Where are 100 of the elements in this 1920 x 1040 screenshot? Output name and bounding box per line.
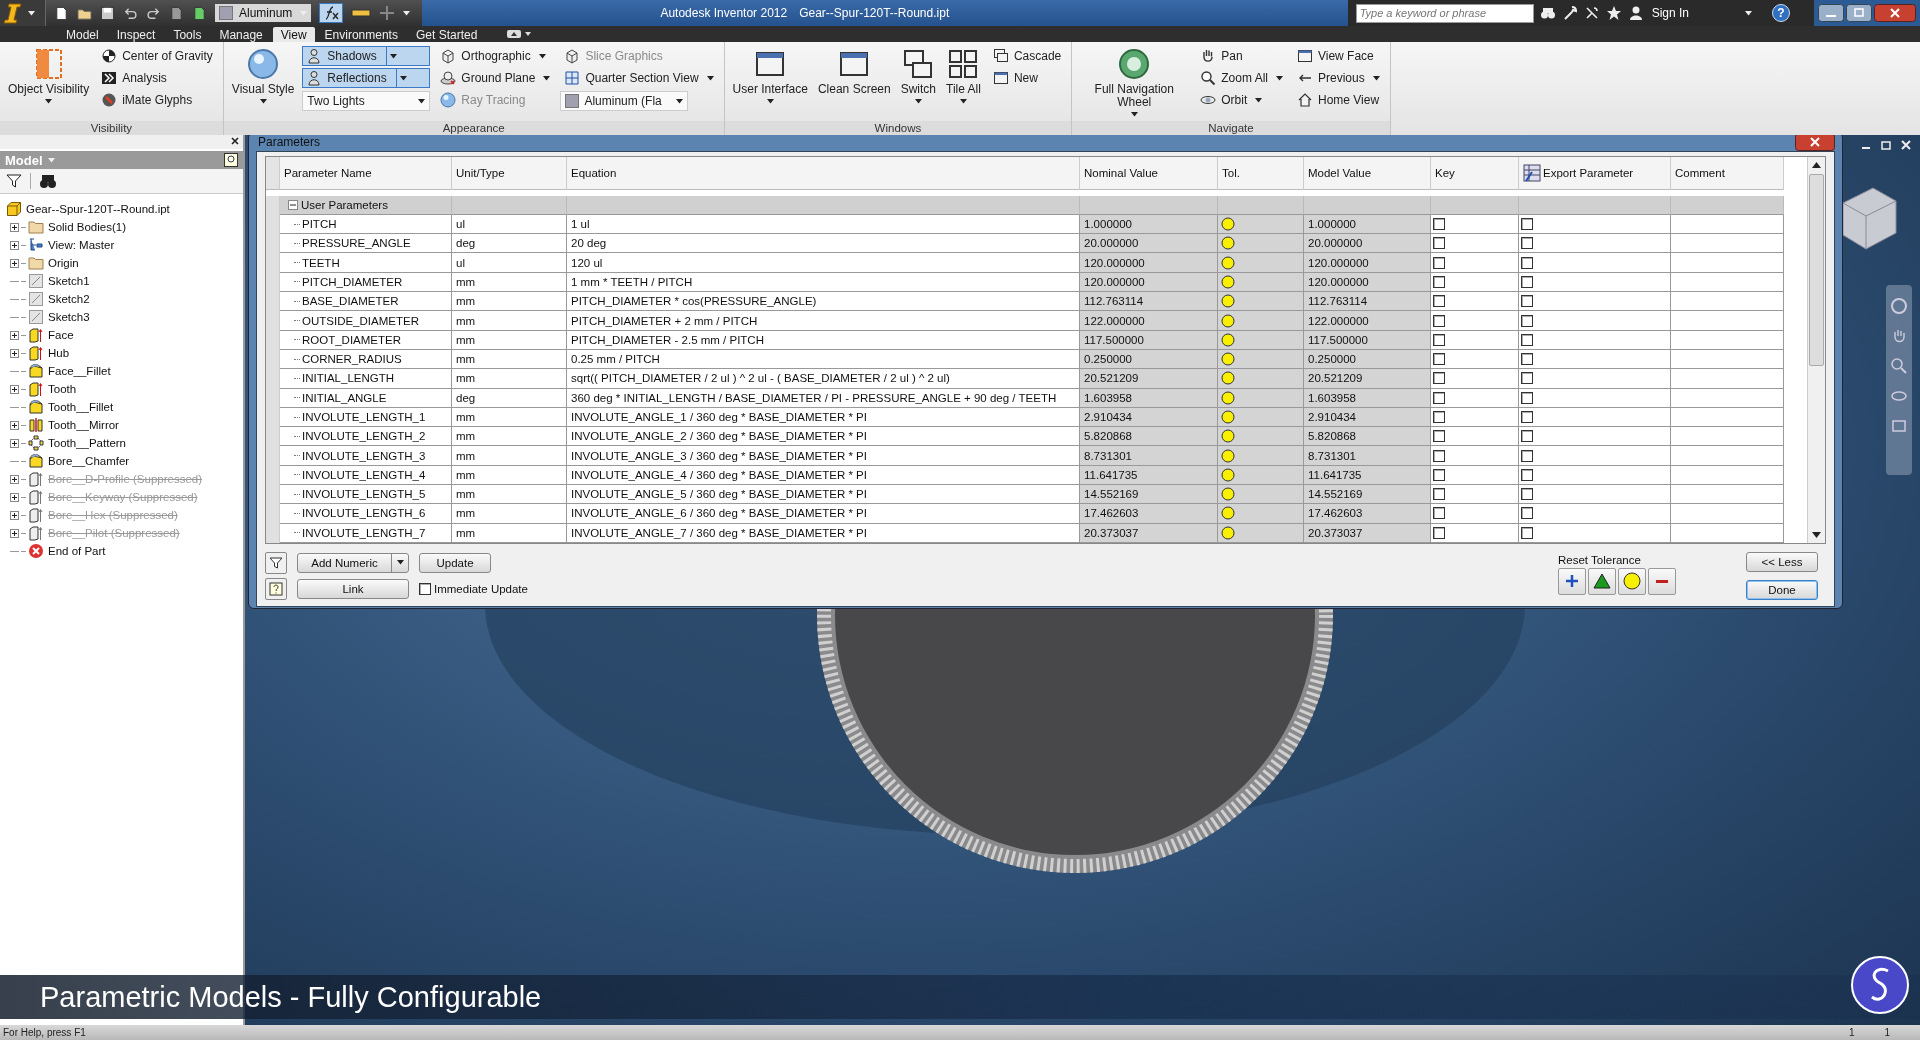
star-icon[interactable] <box>1605 5 1622 21</box>
column-header[interactable]: Unit/Type <box>452 157 567 190</box>
table-cell[interactable] <box>1671 369 1784 389</box>
tolerance-circle-icon[interactable] <box>1221 255 1235 270</box>
satellite-icon[interactable] <box>1583 5 1600 21</box>
checkbox[interactable] <box>1521 430 1533 443</box>
immediate-update-checkbox[interactable]: Immediate Update <box>419 582 528 595</box>
tree-item[interactable]: Sketch1 <box>48 275 90 287</box>
table-cell[interactable]: INVOLUTE_ANGLE_3 / 360 deg * BASE_DIAMETER * PI <box>567 446 1080 466</box>
table-cell[interactable]: INVOLUTE_LENGTH_6 <box>280 504 452 524</box>
table-cell[interactable] <box>1671 504 1784 524</box>
ribbon-button[interactable]: Visual Style <box>229 46 297 106</box>
table-cell[interactable]: 360 deg * INITIAL_LENGTH / BASE_DIAMETER / PI - PRESSURE_ANGLE + 90 deg / TEETH <box>567 388 1080 408</box>
table-cell[interactable]: PITCH <box>280 214 452 235</box>
column-header[interactable]: Parameter Name <box>280 157 452 190</box>
close-icon[interactable] <box>231 137 239 145</box>
restore-icon[interactable] <box>1880 139 1892 151</box>
checkbox[interactable] <box>1433 237 1445 250</box>
table-cell[interactable]: mm <box>452 427 567 447</box>
link-button[interactable]: Link <box>297 578 409 599</box>
add-numeric-button[interactable]: Add Numeric <box>297 552 409 573</box>
table-cell[interactable]: INVOLUTE_ANGLE_5 / 360 deg * BASE_DIAMETER * PI <box>567 485 1080 505</box>
ribbon-button[interactable]: Zoom All <box>1196 68 1287 88</box>
table-cell[interactable] <box>1671 388 1784 408</box>
scroll-up-icon[interactable] <box>1812 162 1821 168</box>
ribbon-button[interactable]: Full Navigation Wheel <box>1078 46 1191 119</box>
table-cell[interactable]: PITCH_DIAMETER * cos(PRESSURE_ANGLE) <box>567 292 1080 312</box>
table-cell[interactable]: PITCH_DIAMETER <box>280 272 452 293</box>
table-cell[interactable]: mm <box>452 407 567 428</box>
expand-box-icon[interactable] <box>10 420 19 430</box>
material-select[interactable]: Aluminum <box>215 4 311 22</box>
tree-item[interactable]: Sketch2 <box>48 293 90 305</box>
zoom-icon[interactable] <box>1890 357 1908 375</box>
expand-box-icon[interactable] <box>10 384 19 394</box>
tree-item[interactable]: View: Master <box>48 239 115 251</box>
minimize-button[interactable] <box>1818 4 1844 22</box>
ribbon-tab[interactable]: Inspect <box>108 27 164 42</box>
filter-button[interactable] <box>265 551 287 574</box>
table-cell[interactable]: sqrt(( PITCH_DIAMETER / 2 ul ) ^ 2 ul - ( BASE_DIAMETER / 2 ul ) ^ 2 ul) <box>567 369 1080 389</box>
upper-tolerance-button[interactable] <box>1558 567 1586 595</box>
expand-box-icon[interactable] <box>10 348 19 358</box>
ruler-icon[interactable] <box>351 7 371 19</box>
table-cell[interactable]: mm <box>452 311 567 331</box>
ribbon-select[interactable]: Two Lights <box>302 91 431 111</box>
ribbon-button[interactable]: New <box>988 68 1066 88</box>
wheel-icon[interactable] <box>1890 297 1908 315</box>
ribbon-button[interactable]: iMate Glyphs <box>97 90 217 110</box>
ribbon-button[interactable]: Previous <box>1292 68 1384 88</box>
sign-in-link[interactable]: Sign In <box>1651 6 1689 20</box>
scrollbar[interactable] <box>1807 157 1825 543</box>
checkbox[interactable] <box>1433 526 1445 539</box>
parameters-button[interactable] <box>319 3 343 23</box>
ribbon-select[interactable]: Aluminum (Fla <box>560 91 689 111</box>
column-header[interactable]: Export Parameter <box>1519 157 1671 190</box>
table-cell[interactable]: 0.25 mm / PITCH <box>567 349 1080 370</box>
tree-item[interactable]: Hub <box>48 347 70 359</box>
ribbon-button[interactable]: Pan <box>1196 46 1287 66</box>
ribbon-button[interactable]: User Interface <box>730 46 810 106</box>
median-tolerance-button[interactable] <box>1588 567 1616 595</box>
ribbon-button[interactable]: Cascade <box>988 46 1066 66</box>
search-field[interactable]: Type a keyword or phrase <box>1355 3 1534 23</box>
table-cell[interactable]: CORNER_RADIUS <box>280 349 452 370</box>
table-cell[interactable] <box>1671 330 1784 350</box>
done-button[interactable]: Done <box>1746 579 1818 600</box>
table-cell[interactable] <box>1671 427 1784 447</box>
table-cell[interactable]: mm <box>452 369 567 389</box>
table-cell[interactable]: INVOLUTE_ANGLE_6 / 360 deg * BASE_DIAMETER * PI <box>567 504 1080 524</box>
expand-box-icon[interactable] <box>10 240 19 250</box>
column-header[interactable]: Tol. <box>1218 157 1304 190</box>
table-cell[interactable] <box>1671 446 1784 466</box>
tolerance-circle-icon[interactable] <box>1221 294 1235 309</box>
table-cell[interactable]: INVOLUTE_LENGTH_2 <box>280 427 452 447</box>
table-cell[interactable]: ul <box>452 253 567 273</box>
checkbox[interactable] <box>1433 295 1445 308</box>
ribbon-button[interactable]: View Face <box>1292 46 1384 66</box>
expand-box-icon[interactable] <box>10 528 19 538</box>
checkbox[interactable] <box>1433 256 1445 269</box>
table-cell[interactable]: mm <box>452 349 567 370</box>
table-cell[interactable]: INITIAL_LENGTH <box>280 369 452 389</box>
checkbox[interactable] <box>1433 468 1445 481</box>
tree-item[interactable]: Gear--Spur-120T--Round.ipt <box>26 203 170 215</box>
checkbox[interactable] <box>1433 488 1445 501</box>
binoculars-icon[interactable] <box>39 173 57 189</box>
tolerance-circle-icon[interactable] <box>1221 506 1235 521</box>
checkbox[interactable] <box>1433 391 1445 404</box>
tree-item[interactable]: Tooth <box>48 383 77 395</box>
application-button[interactable] <box>0 0 46 26</box>
table-cell[interactable]: INVOLUTE_LENGTH_7 <box>280 523 452 543</box>
checkbox[interactable] <box>1433 353 1445 366</box>
scroll-thumb[interactable] <box>1809 174 1824 366</box>
tolerance-circle-icon[interactable] <box>1221 332 1235 347</box>
tree-item[interactable]: Sketch3 <box>48 311 90 323</box>
checkbox[interactable] <box>1521 353 1533 366</box>
tolerance-circle-icon[interactable] <box>1221 390 1235 405</box>
table-cell[interactable]: mm <box>452 292 567 312</box>
expand-box-icon[interactable] <box>10 222 19 232</box>
table-cell[interactable]: INVOLUTE_LENGTH_3 <box>280 446 452 466</box>
ribbon-button[interactable]: Tile All <box>944 46 983 106</box>
ribbon-tab[interactable]: Get Started <box>407 27 486 42</box>
tree-item[interactable]: Face <box>48 329 74 341</box>
